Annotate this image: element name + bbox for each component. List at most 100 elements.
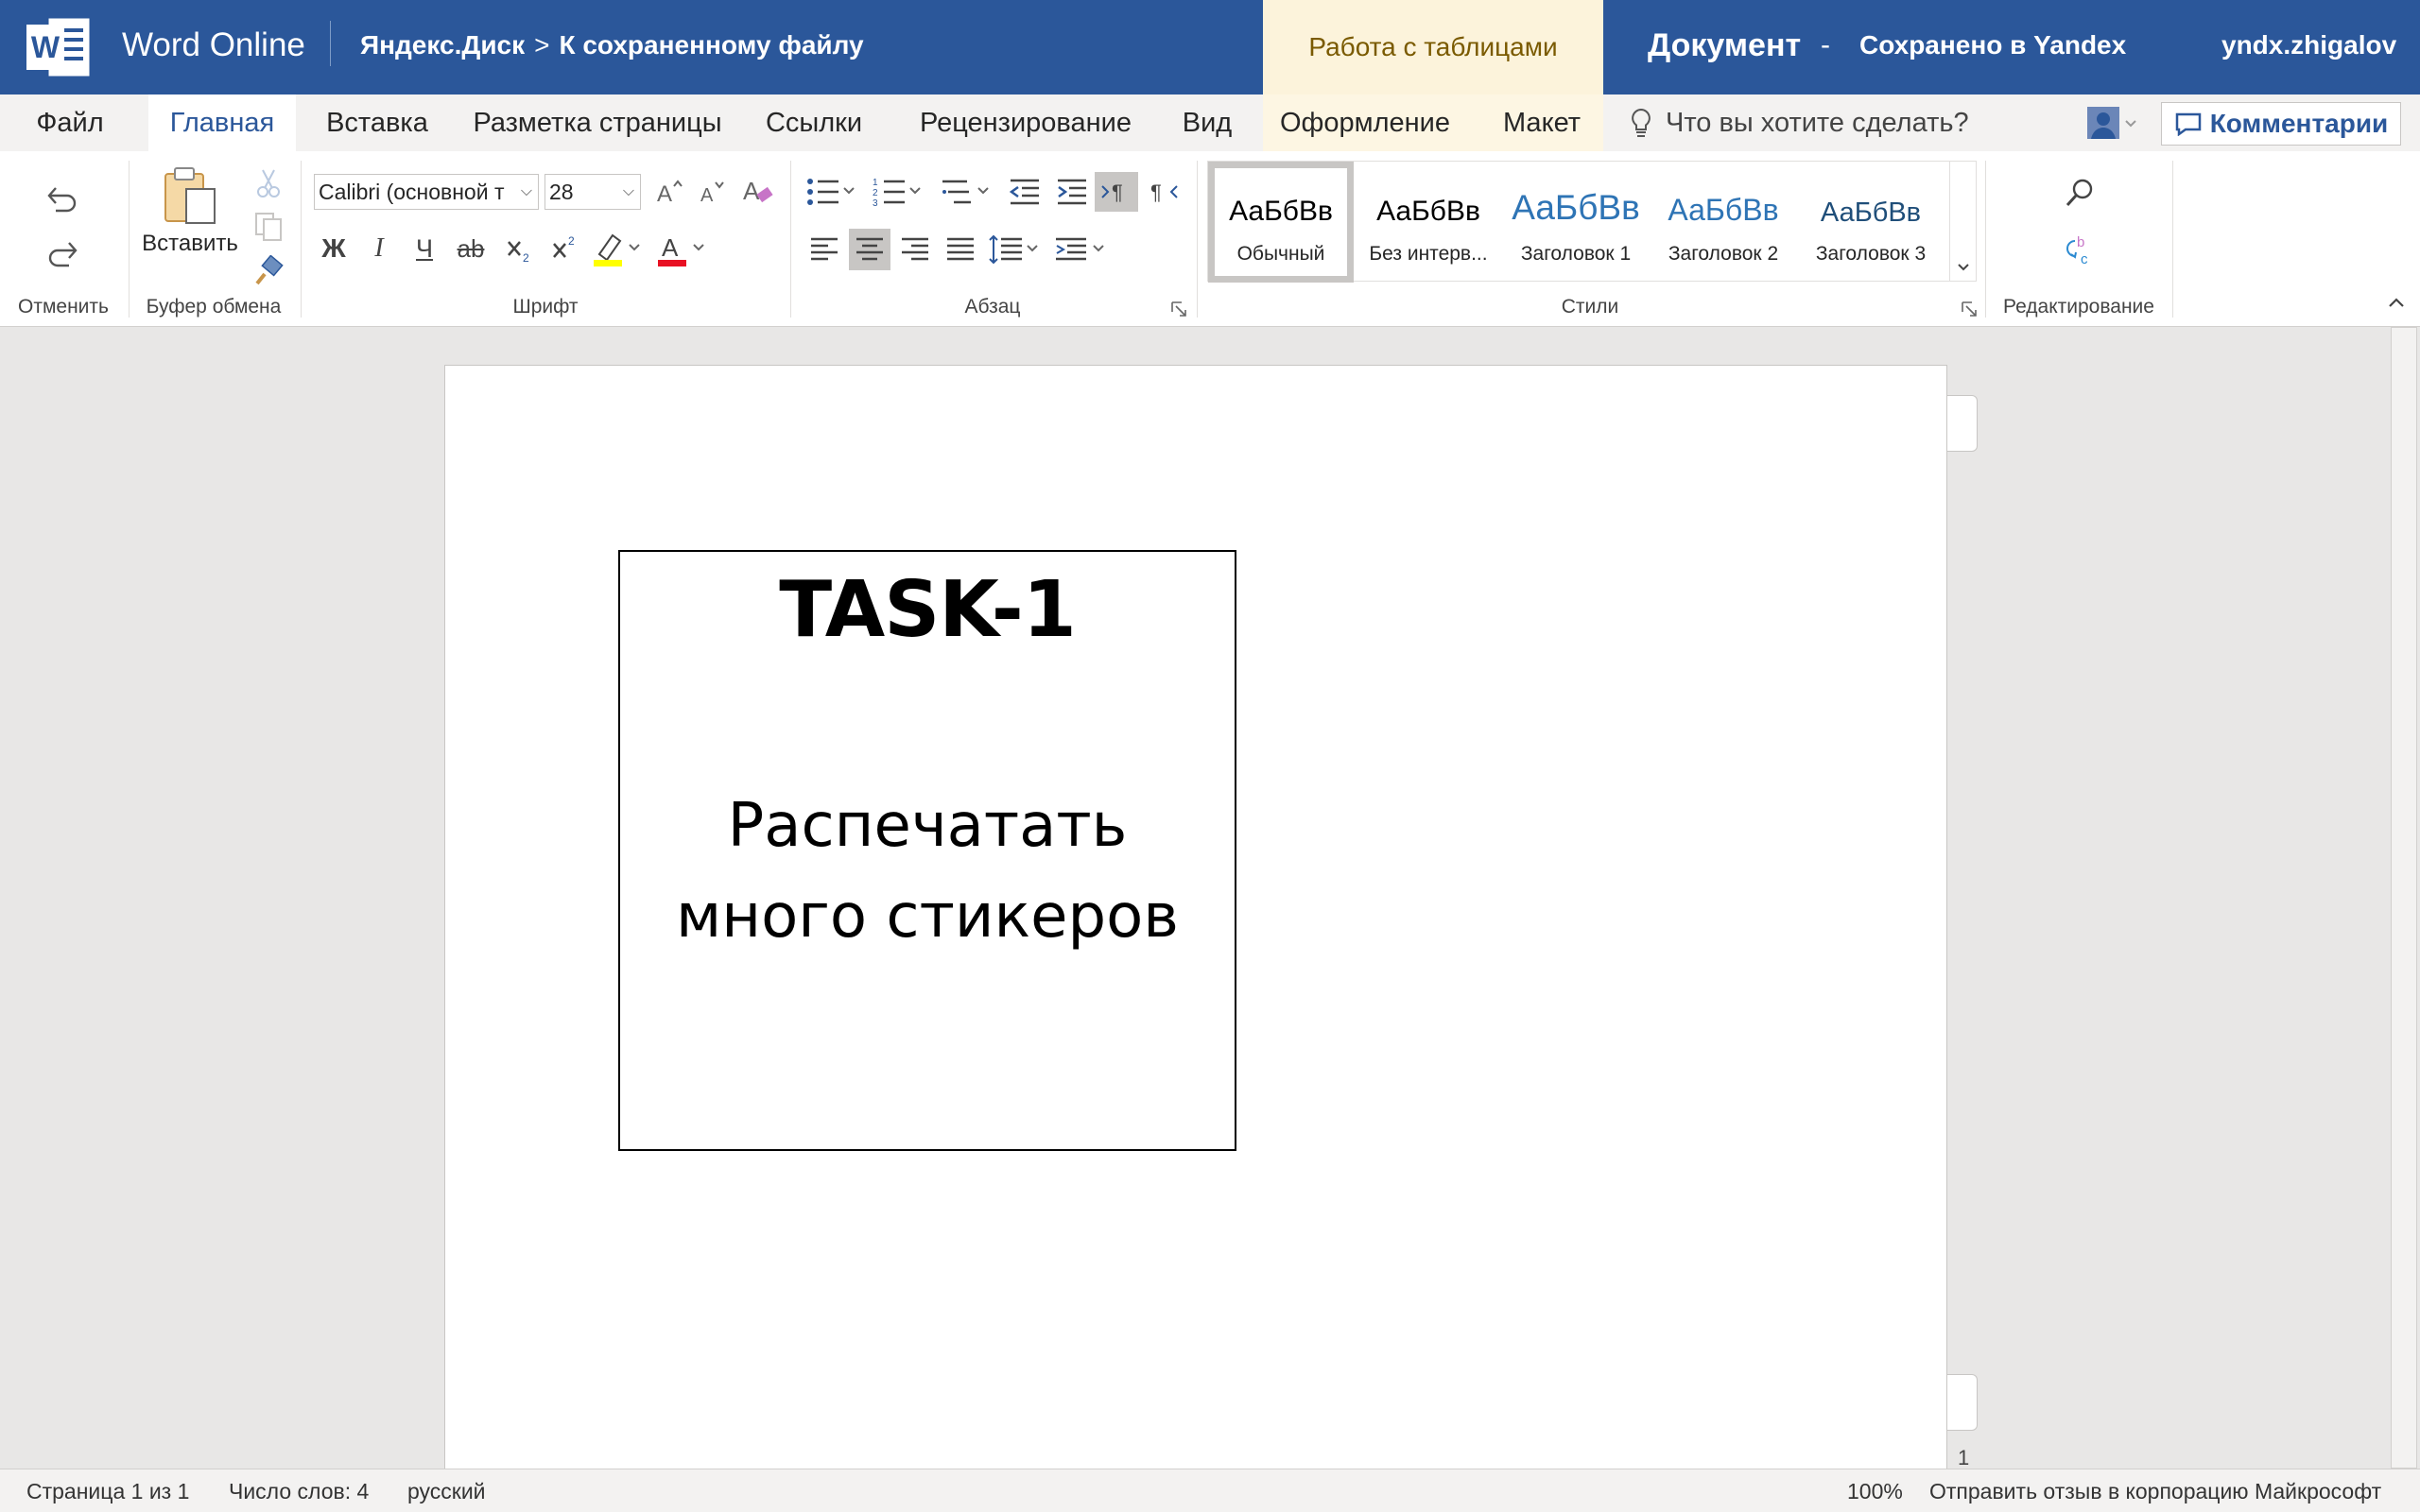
svg-text:A: A [700, 185, 714, 205]
strikethrough-label: ab [457, 233, 485, 263]
user-account[interactable]: yndx.zhigalov [2221, 28, 2396, 62]
multilevel-list-icon [942, 180, 989, 204]
status-word-count[interactable]: Число слов: 4 [229, 1479, 369, 1504]
bold-button[interactable]: Ж [316, 231, 352, 266]
justify-button[interactable] [942, 231, 979, 268]
rtl-direction-button[interactable]: ¶ [1146, 172, 1184, 212]
font-size-select[interactable]: 28 ⌵ [544, 174, 641, 210]
copy-button[interactable] [251, 210, 285, 244]
search-icon [2066, 179, 2093, 207]
styles-more-button[interactable] [1949, 162, 1976, 281]
word-logo-icon[interactable]: W [25, 13, 93, 81]
status-zoom[interactable]: 100% [1847, 1479, 1903, 1504]
sticker-body[interactable]: Распечатать много стикеров [620, 781, 1235, 962]
highlighter-icon [594, 233, 640, 266]
tell-me-search[interactable]: Что вы хотите сделать? [1630, 94, 1969, 151]
italic-button[interactable]: I [361, 231, 397, 266]
ltr-direction-button[interactable]: ¶ [1095, 172, 1138, 212]
tab-references[interactable]: Ссылки [759, 94, 869, 151]
paste-button[interactable] [157, 163, 223, 229]
scrollbar-thumb[interactable] [2391, 327, 2417, 1469]
style-normal[interactable]: АаБбВв Обычный [1208, 162, 1354, 283]
replace-icon: bc [2066, 234, 2088, 266]
feedback-link[interactable]: Отправить отзыв в корпорацию Майкрософт [1929, 1479, 2381, 1504]
tab-home[interactable]: Главная [148, 94, 296, 151]
tab-page-layout[interactable]: Разметка страницы [467, 94, 728, 151]
app-name[interactable]: Word Online [122, 25, 305, 66]
grow-font-button[interactable]: A [652, 174, 686, 210]
group-separator [1985, 161, 1986, 318]
align-left-button[interactable] [805, 231, 843, 268]
collapse-ribbon-button[interactable] [2382, 289, 2411, 318]
highlight-color-button[interactable] [590, 229, 645, 268]
paragraph-spacing-button[interactable] [1053, 231, 1108, 268]
comments-button[interactable]: Комментарии [2161, 102, 2401, 146]
undo-button[interactable] [43, 180, 81, 217]
multilevel-list-button[interactable] [940, 174, 993, 210]
dialog-launcher-icon [1962, 301, 1977, 317]
styles-dialog-launcher[interactable] [1959, 299, 1979, 319]
group-separator [129, 161, 130, 318]
styles-gallery: АаБбВв Обычный АаБбВв Без интерв... АаБб… [1207, 161, 1977, 283]
bullet-list-icon [807, 179, 855, 205]
svg-text:W: W [31, 30, 60, 64]
comment-marker[interactable] [1947, 395, 1978, 452]
status-language[interactable]: русский [407, 1479, 486, 1504]
share-avatar[interactable] [2087, 106, 2140, 140]
style-no-spacing[interactable]: АаБбВв Без интерв... [1356, 162, 1501, 283]
comment-marker[interactable] [1947, 1374, 1978, 1431]
cut-button[interactable] [251, 166, 285, 200]
sticker-title[interactable]: TASK-1 [620, 565, 1235, 656]
bullets-button[interactable] [805, 174, 858, 210]
vertical-scrollbar[interactable] [2388, 327, 2420, 1469]
document-page[interactable]: TASK-1 Распечатать много стикеров [444, 365, 1947, 1480]
tab-table-layout[interactable]: Макет [1490, 94, 1594, 151]
numbering-button[interactable]: 123 [872, 174, 925, 210]
find-button[interactable] [2061, 174, 2099, 212]
style-heading-3[interactable]: АаБбВв Заголовок 3 [1798, 162, 1944, 283]
align-right-button[interactable] [896, 231, 934, 268]
status-page-count[interactable]: Страница 1 из 1 [26, 1479, 189, 1504]
format-painter-icon [255, 255, 284, 285]
font-name-select[interactable]: Calibri (основной т ⌵ [314, 174, 539, 210]
format-painter-button[interactable] [251, 253, 285, 287]
style-heading-1[interactable]: АаБбВв Заголовок 1 [1503, 162, 1649, 283]
lightbulb-icon [1632, 108, 1651, 137]
svg-text:A: A [743, 177, 760, 205]
tab-view[interactable]: Вид [1172, 94, 1242, 151]
svg-text:2: 2 [873, 188, 878, 198]
underline-button[interactable]: Ч [406, 231, 442, 266]
status-bar: Страница 1 из 1 Число слов: 4 русский 10… [0, 1469, 2420, 1512]
line-spacing-button[interactable] [987, 231, 1042, 268]
breadcrumb-root[interactable]: Яндекс.Диск [360, 28, 525, 62]
svg-text:2: 2 [568, 234, 575, 248]
clear-formatting-button[interactable]: A [739, 172, 777, 210]
group-separator [301, 161, 302, 318]
redo-button[interactable] [43, 234, 81, 272]
increase-indent-icon [1058, 179, 1086, 205]
strikethrough-button[interactable]: ab [452, 231, 490, 266]
paragraph-dialog-launcher[interactable] [1168, 299, 1189, 319]
superscript-button[interactable]: 2 [546, 231, 582, 266]
align-center-button[interactable] [849, 229, 890, 270]
sticker-line: Распечатать [727, 791, 1128, 861]
sticker-table-cell[interactable]: TASK-1 Распечатать много стикеров [618, 550, 1236, 1151]
align-center-icon [856, 237, 883, 261]
font-color-button[interactable]: A [654, 229, 709, 268]
subscript-button[interactable]: 2 [501, 231, 537, 266]
replace-button[interactable]: bc [2061, 231, 2099, 268]
increase-indent-button[interactable] [1053, 174, 1091, 210]
style-sample: АаБбВв [1512, 188, 1640, 227]
tab-table-design[interactable]: Оформление [1278, 94, 1452, 151]
style-heading-2[interactable]: АаБбВв Заголовок 2 [1651, 162, 1796, 283]
chevron-up-icon [2389, 298, 2404, 307]
tab-file[interactable]: Файл [21, 94, 119, 151]
decrease-indent-button[interactable] [1006, 174, 1044, 210]
tab-review[interactable]: Рецензирование [915, 94, 1136, 151]
document-name[interactable]: Документ [1648, 25, 1801, 66]
tab-insert[interactable]: Вставка [314, 94, 441, 151]
breadcrumb-current[interactable]: К сохраненному файлу [559, 28, 863, 62]
svg-text:1: 1 [873, 178, 878, 188]
shrink-font-button[interactable]: A [696, 174, 730, 210]
style-sample: АаБбВв [1376, 196, 1480, 227]
